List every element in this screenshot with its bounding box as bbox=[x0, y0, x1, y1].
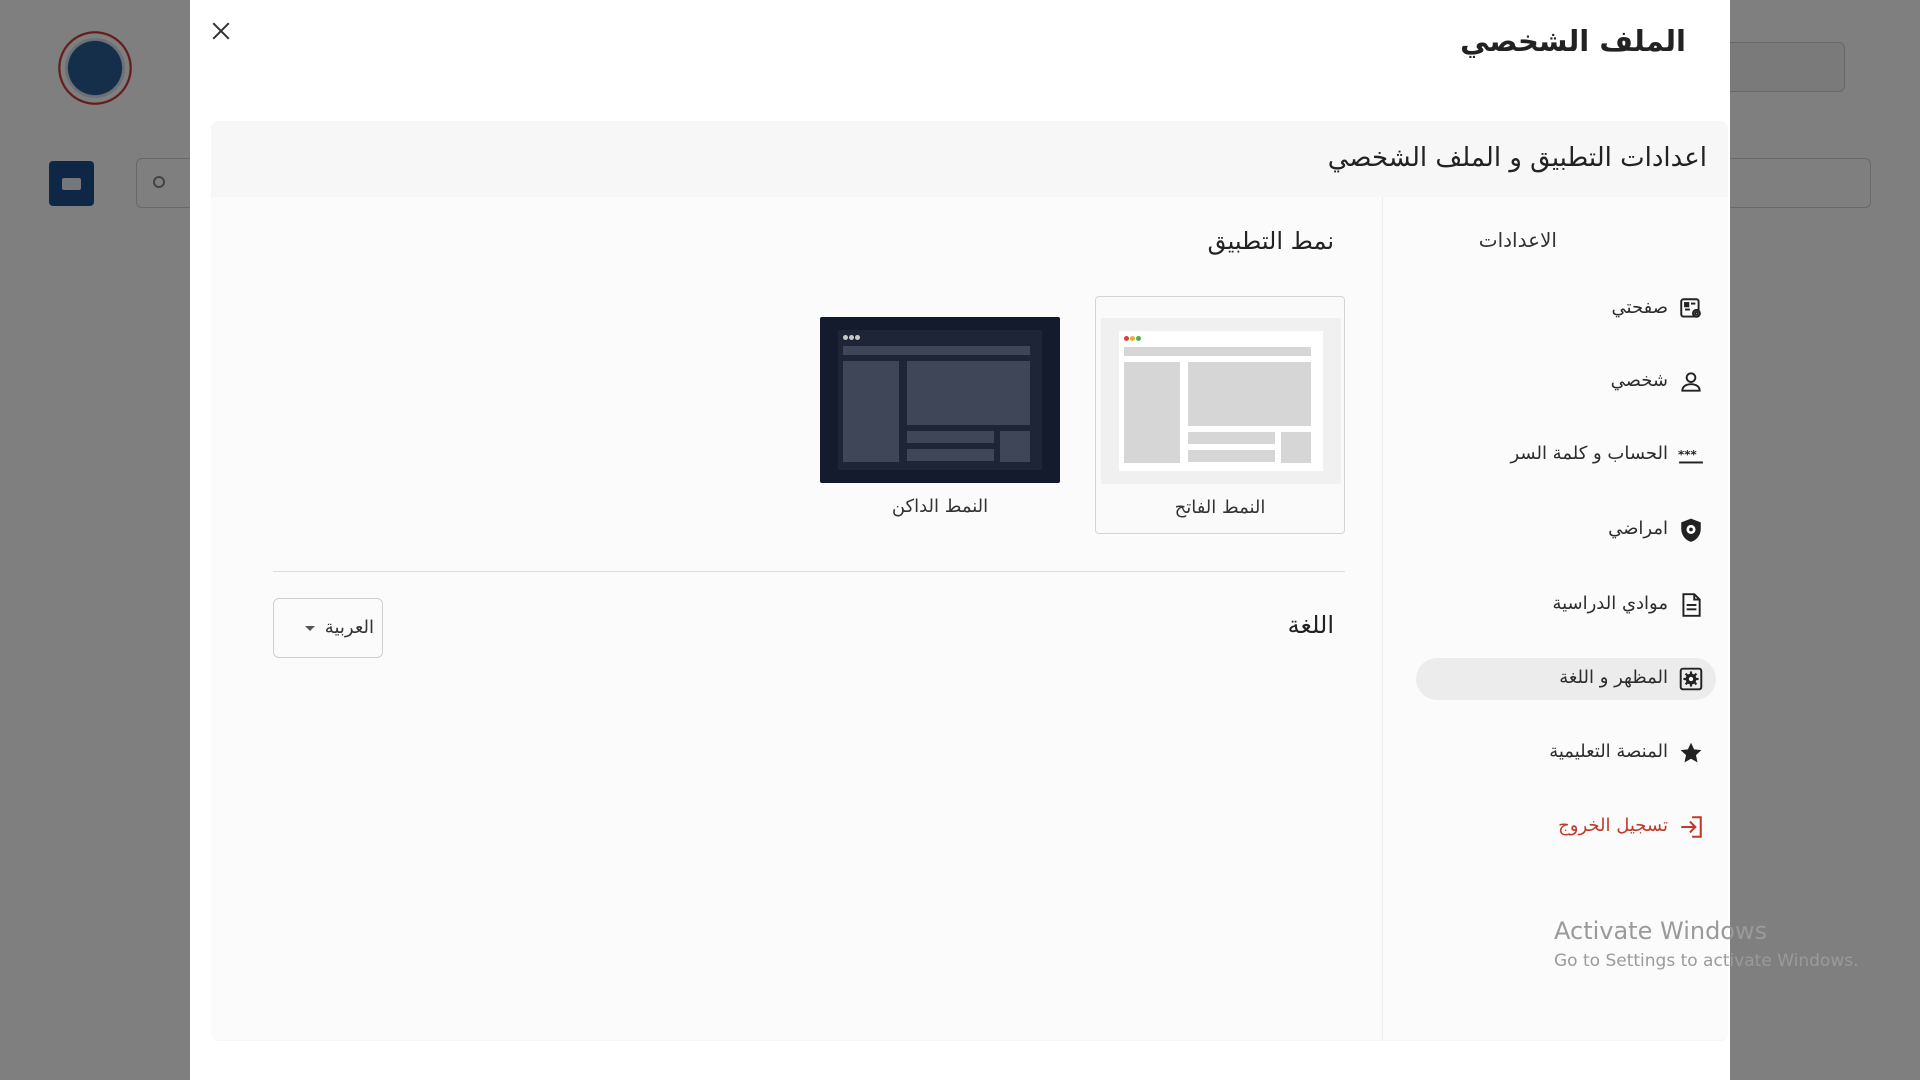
profile-card-icon bbox=[1678, 296, 1704, 322]
star-icon bbox=[1678, 740, 1704, 766]
sidebar-item-label: المنصة التعليمية bbox=[1549, 741, 1668, 762]
watermark-title: Activate Windows bbox=[1554, 917, 1768, 945]
shield-icon bbox=[1678, 517, 1704, 543]
content-divider bbox=[273, 571, 1345, 572]
light-theme-label: النمط الفاتح bbox=[1174, 497, 1266, 518]
theme-section-title: نمط التطبيق bbox=[1207, 227, 1334, 255]
language-section-title: اللغة bbox=[1287, 611, 1334, 639]
sidebar-item-label: امراضي bbox=[1608, 518, 1668, 539]
panel-header: اعدادات التطبيق و الملف الشخصي bbox=[211, 121, 1728, 197]
user-icon bbox=[1678, 369, 1704, 395]
sidebar-item-personal[interactable]: شخصي bbox=[1416, 361, 1716, 403]
close-icon[interactable] bbox=[208, 18, 234, 44]
password-asterisks-icon: *** bbox=[1678, 442, 1704, 468]
sidebar-item-label: موادي الدراسية bbox=[1552, 593, 1668, 614]
light-theme-preview bbox=[1101, 318, 1341, 484]
sidebar-item-logout[interactable]: تسجيل الخروج bbox=[1416, 806, 1716, 848]
sidebar-item-appearance-language[interactable]: المظهر و اللغة bbox=[1416, 658, 1716, 700]
windows-activation-watermark: Activate Windows Go to Settings to activ… bbox=[1554, 917, 1859, 971]
sidebar-item-label: شخصي bbox=[1610, 370, 1668, 391]
logout-icon bbox=[1678, 814, 1704, 840]
panel-title: اعدادات التطبيق و الملف الشخصي bbox=[1327, 143, 1707, 173]
gear-square-icon bbox=[1678, 666, 1704, 692]
dark-theme-option[interactable]: النمط الداكن bbox=[815, 296, 1065, 534]
language-select[interactable]: العربية bbox=[273, 598, 383, 658]
sidebar-item-label: صفحتي bbox=[1611, 297, 1668, 318]
watermark-subtitle: Go to Settings to activate Windows. bbox=[1554, 951, 1859, 971]
sidebar-item-learning-platform[interactable]: المنصة التعليمية bbox=[1416, 732, 1716, 774]
light-theme-option[interactable]: النمط الفاتح bbox=[1095, 296, 1345, 534]
dark-theme-label: النمط الداكن bbox=[891, 496, 989, 517]
modal-title: الملف الشخصي bbox=[1460, 24, 1686, 58]
sidebar-item-my-subjects[interactable]: موادي الدراسية bbox=[1416, 584, 1716, 626]
sidebar-item-account-password[interactable]: *** الحساب و كلمة السر bbox=[1416, 434, 1716, 476]
document-icon bbox=[1678, 592, 1704, 618]
sidebar-item-my-diseases[interactable]: امراضي bbox=[1416, 509, 1716, 551]
sidebar-item-label: الحساب و كلمة السر bbox=[1510, 443, 1668, 464]
sidebar-item-label: تسجيل الخروج bbox=[1558, 815, 1668, 836]
sidebar-heading: الاعدادات bbox=[1478, 228, 1557, 252]
language-select-value: العربية bbox=[324, 617, 374, 638]
sidebar-item-label: المظهر و اللغة bbox=[1559, 667, 1668, 688]
svg-text:***: *** bbox=[1678, 447, 1697, 461]
sidebar-divider bbox=[1382, 197, 1383, 1040]
caret-down-icon bbox=[305, 626, 315, 631]
dark-theme-preview bbox=[820, 317, 1060, 483]
sidebar-item-my-page[interactable]: صفحتي bbox=[1416, 288, 1716, 330]
